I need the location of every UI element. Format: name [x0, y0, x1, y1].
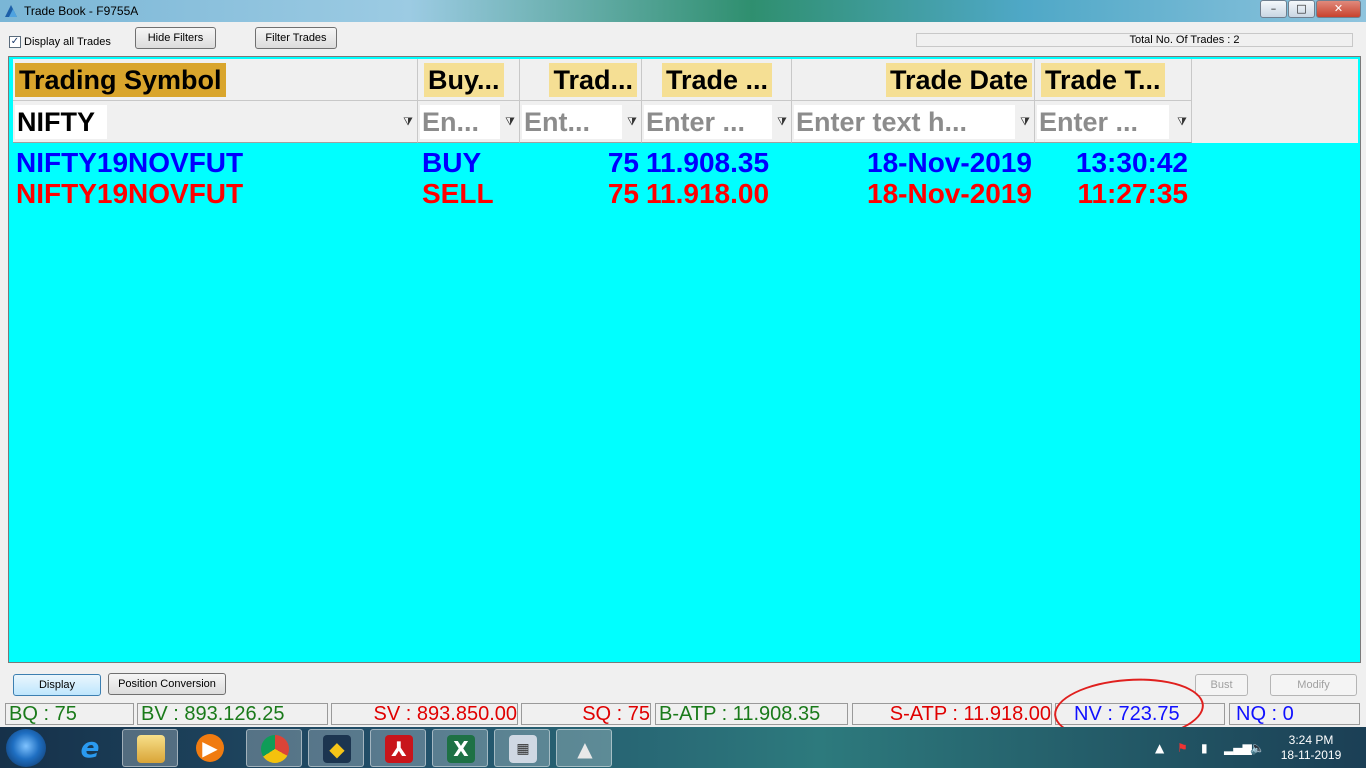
column-header-trade-qty[interactable]: Trad...	[520, 59, 642, 101]
window-title: Trade Book - F9755A	[24, 4, 139, 18]
column-header-label: Trade T...	[1041, 63, 1165, 97]
taskbar-item-pdf[interactable]: ⅄	[370, 729, 426, 767]
volume-icon[interactable]: 🔈	[1250, 741, 1265, 755]
excel-icon: X	[447, 735, 475, 763]
cell-symbol: NIFTY19NOVFUT	[16, 147, 244, 178]
bust-button[interactable]: Bust	[1195, 674, 1248, 696]
column-header-buy-sell[interactable]: Buy...	[418, 59, 520, 101]
filter-cell-trade-date: Enter text h... ⧩	[792, 101, 1035, 143]
app-icon	[5, 5, 17, 17]
cell-price: 11.918.00	[646, 178, 770, 209]
hide-filters-button[interactable]: Hide Filters	[135, 27, 216, 49]
clock-date: 18-11-2019	[1280, 748, 1342, 762]
column-header-label: Buy...	[424, 63, 504, 97]
total-trades-count: Total No. Of Trades : 2	[916, 33, 1353, 47]
filter-funnel-icon[interactable]: ⧩	[1019, 116, 1031, 128]
window-title-bar: Trade Book - F9755A – □ ✕	[0, 0, 1366, 22]
prism-app-icon: ▲	[577, 737, 593, 761]
table-row[interactable]: NIFTY19NOVFUT BUY 75 11.908.35 18-Nov-20…	[13, 147, 1358, 178]
network-signal-icon[interactable]: ▂▄▆	[1224, 741, 1252, 755]
action-center-flag-icon[interactable]: ⚑	[1177, 741, 1188, 755]
sell-atp-status: S-ATP : 11.918.00	[852, 703, 1052, 725]
cell-price: 11.908.35	[646, 147, 770, 178]
taskbar-item-excel[interactable]: X	[432, 729, 488, 767]
system-clock[interactable]: 3:24 PM 18-11-2019	[1276, 733, 1346, 763]
filter-cell-trade-time: Enter ... ⧩	[1035, 101, 1192, 143]
column-header-label: Trade Date	[885, 63, 1032, 97]
position-conversion-button[interactable]: Position Conversion	[108, 673, 226, 695]
column-header-trade-time[interactable]: Trade T...	[1035, 59, 1192, 101]
column-header-label: Trad...	[549, 63, 637, 97]
taskbar-item-chrome[interactable]	[246, 729, 302, 767]
trade-grid: Trading Symbol Buy... Trad... Trade ... …	[8, 56, 1361, 663]
column-header-trade-price[interactable]: Trade ...	[642, 59, 792, 101]
filter-cell-trade-qty: Ent... ⧩	[520, 101, 642, 143]
sell-value-status: SV : 893.850.00	[331, 703, 518, 725]
pdf-reader-icon: ⅄	[385, 735, 413, 763]
display-all-trades-checkbox[interactable]: ✓	[9, 36, 21, 48]
trading-terminal-icon: ◆	[323, 735, 351, 763]
filter-trades-button[interactable]: Filter Trades	[255, 27, 337, 49]
media-player-icon: ▶	[196, 734, 224, 762]
filter-funnel-icon[interactable]: ⧩	[402, 116, 414, 128]
filter-funnel-icon[interactable]: ⧩	[626, 116, 638, 128]
taskbar-item-media[interactable]: ▶	[182, 729, 238, 767]
column-header-label: Trading Symbol	[15, 63, 226, 97]
buy-atp-status: B-ATP : 11.908.35	[655, 703, 848, 725]
buy-quantity-status: BQ : 75	[5, 703, 134, 725]
filter-input-trade-date[interactable]: Enter text h...	[794, 105, 1015, 139]
cell-date: 18-Nov-2019	[867, 147, 1032, 178]
filter-funnel-icon[interactable]: ⧩	[1176, 116, 1188, 128]
taskbar-item-explorer[interactable]	[122, 729, 178, 767]
folder-icon	[137, 735, 165, 763]
internet-explorer-icon: e	[80, 731, 100, 764]
grid-header-row: Trading Symbol Buy... Trad... Trade ... …	[13, 59, 1358, 101]
filter-cell-buy-sell: En... ⧩	[418, 101, 520, 143]
clock-time: 3:24 PM	[1288, 733, 1334, 747]
buy-value-status: BV : 893.126.25	[137, 703, 328, 725]
power-icon[interactable]: ▮	[1201, 741, 1208, 755]
windows-start-icon[interactable]	[6, 729, 46, 767]
grid-filter-row: NIFTY ⧩ En... ⧩ Ent... ⧩ Enter ... ⧩ Ent…	[13, 101, 1358, 143]
filter-input-trade-qty[interactable]: Ent...	[522, 105, 622, 139]
filter-input-trade-time[interactable]: Enter ...	[1037, 105, 1169, 139]
taskbar-item-calculator[interactable]: ▦	[494, 729, 550, 767]
cell-qty: 75	[607, 178, 639, 209]
toolbar: ✓ Display all Trades Hide Filters Filter…	[0, 24, 1366, 54]
filter-input-buy-sell[interactable]: En...	[420, 105, 500, 139]
taskbar-item-ie[interactable]: e	[62, 729, 118, 767]
taskbar-item-trading[interactable]: ◆	[308, 729, 364, 767]
sell-quantity-status: SQ : 75	[521, 703, 651, 725]
filter-funnel-icon[interactable]: ⧩	[504, 116, 516, 128]
minimize-button[interactable]: –	[1260, 0, 1287, 18]
maximize-button[interactable]: □	[1288, 0, 1315, 18]
close-button[interactable]: ✕	[1316, 0, 1361, 18]
cell-side: SELL	[422, 178, 494, 209]
filter-input-trade-price[interactable]: Enter ...	[644, 105, 772, 139]
chrome-icon	[261, 735, 289, 763]
filter-funnel-icon[interactable]: ⧩	[776, 116, 788, 128]
tray-expand-icon[interactable]: ▲	[1155, 741, 1164, 755]
display-all-trades-label: Display all Trades	[24, 36, 111, 48]
cell-time: 11:27:35	[1077, 178, 1188, 209]
net-quantity-status: NQ : 0	[1229, 703, 1360, 725]
column-header-label: Trade ...	[662, 63, 773, 97]
table-row[interactable]: NIFTY19NOVFUT SELL 75 11.918.00 18-Nov-2…	[13, 178, 1358, 209]
windows-taskbar: e ▶ ◆ ⅄ X ▦ ▲ ▲ ⚑ ▮ ▂▄▆ 🔈 3:24 PM 18-11-…	[0, 727, 1366, 768]
taskbar-item-prism[interactable]: ▲	[556, 729, 612, 767]
modify-button[interactable]: Modify	[1270, 674, 1357, 696]
cell-time: 13:30:42	[1075, 147, 1188, 178]
cell-date: 18-Nov-2019	[867, 178, 1032, 209]
column-header-trading-symbol[interactable]: Trading Symbol	[13, 59, 418, 101]
filter-cell-trading-symbol: NIFTY ⧩	[13, 101, 418, 143]
display-button[interactable]: Display	[13, 674, 101, 696]
column-header-trade-date[interactable]: Trade Date	[792, 59, 1035, 101]
cell-side: BUY	[422, 147, 482, 178]
calculator-icon: ▦	[509, 735, 537, 763]
filter-cell-trade-price: Enter ... ⧩	[642, 101, 792, 143]
cell-qty: 75	[607, 147, 639, 178]
filter-input-trading-symbol[interactable]: NIFTY	[15, 105, 107, 139]
cell-symbol: NIFTY19NOVFUT	[16, 178, 244, 209]
